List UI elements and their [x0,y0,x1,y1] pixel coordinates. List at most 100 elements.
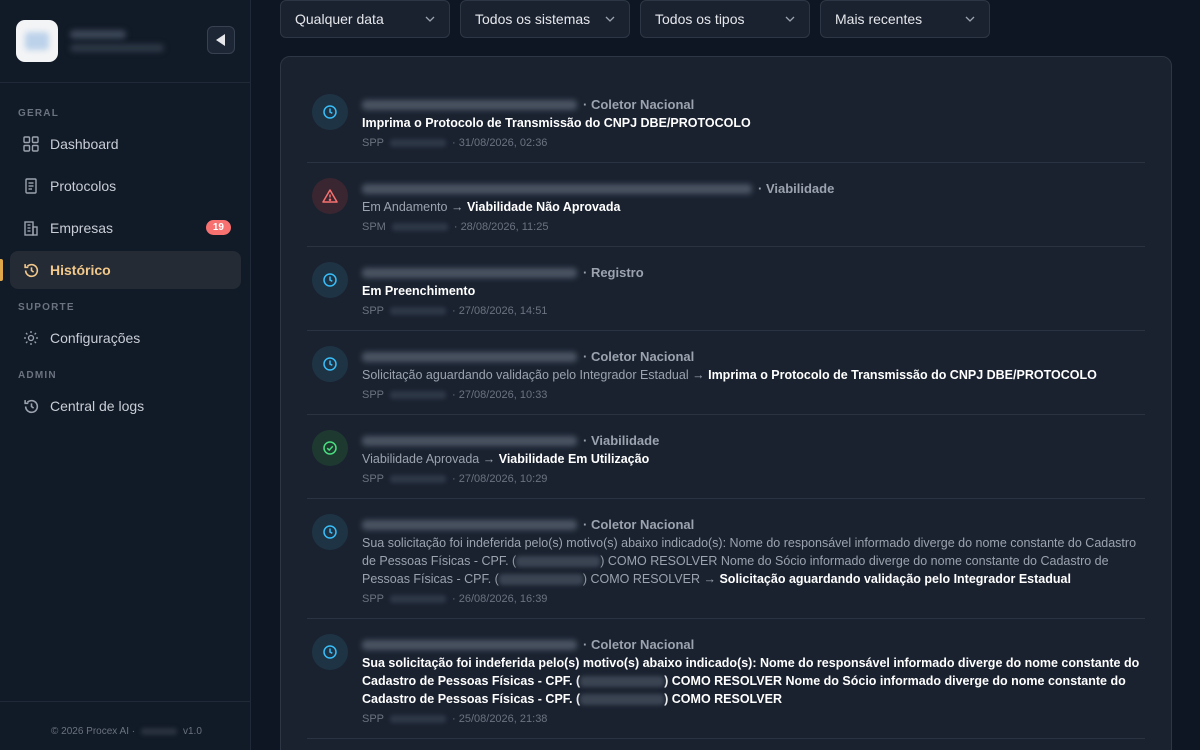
redacted-text [141,728,177,735]
company-name-redacted [362,352,577,362]
copyright-text: © 2026 Procex AI · [51,726,136,737]
protocol-redacted [390,475,447,483]
system-filter-select[interactable]: Todos os sistemas [460,0,630,38]
history-panel: · Coletor Nacional Imprima o Protocolo d… [280,56,1172,750]
brand [0,0,250,83]
chevron-down-icon [785,16,795,22]
section-label-admin: ADMIN [18,370,57,381]
date-filter-select[interactable]: Qualquer data [280,0,450,38]
grid-icon [22,135,40,153]
old-status: Viabilidade Aprovada [362,452,480,466]
system-name: · Coletor Nacional [583,97,695,112]
filter-value: Todos os sistemas [475,11,591,27]
collapse-sidebar-button[interactable] [207,26,235,54]
protocol-redacted [390,391,447,399]
new-status: Em Preenchimento [362,284,476,298]
protocol-redacted [390,139,447,147]
sidebar-item-historico[interactable]: Histórico [10,251,241,289]
count-badge: 19 [205,220,231,235]
new-status-end: ) COMO RESOLVER [664,692,782,706]
arrow: → [450,200,464,214]
protocol-redacted [390,307,447,315]
system-name: · Coletor Nacional [583,517,695,532]
sort-select[interactable]: Mais recentes [820,0,990,38]
clock-icon [312,262,348,298]
app-logo[interactable] [16,20,58,62]
clock-icon [312,94,348,130]
timestamp: · 25/08/2026, 21:38 [452,713,548,725]
chevron-down-icon [425,16,435,22]
section-label-suporte: SUPORTE [18,302,75,313]
timestamp: · 27/08/2026, 14:51 [452,305,548,317]
document-icon [22,177,40,195]
sidebar-item-label: Empresas [50,220,114,236]
old-status: Em Andamento [362,200,448,214]
arrow: → [482,452,496,466]
org-code: SPM [362,221,386,233]
org-code: SPP [362,713,385,725]
new-status: Imprima o Protocolo de Transmissão do CN… [362,116,751,130]
divider [307,330,1145,331]
active-indicator [0,259,3,281]
sidebar-item-central-de-logs[interactable]: Central de logs [10,387,241,425]
company-name-redacted [362,100,577,110]
system-name: · Registro [583,265,644,280]
org-code: SPP [362,473,385,485]
system-name: · Coletor Nacional [583,349,695,364]
timestamp: · 26/08/2026, 16:39 [452,593,548,605]
type-filter-select[interactable]: Todos os tipos [640,0,810,38]
arrow: → [692,368,705,382]
company-name-redacted [362,268,577,278]
system-name: · Viabilidade [758,181,835,196]
check-circle-icon [312,430,348,466]
filter-value: Todos os tipos [655,11,745,27]
company-name-redacted [362,436,577,446]
history-icon [22,261,40,279]
sidebar-item-protocolos[interactable]: Protocolos [10,167,241,205]
old-status: Solicitação aguardando validação pelo In… [362,368,689,382]
arrow: → [703,572,716,586]
sidebar: GERAL Dashboard Protocolos Empresas 19 H… [0,0,251,750]
clock-icon [312,346,348,382]
protocol-redacted [390,715,447,723]
new-status: Viabilidade Não Aprovada [466,200,621,214]
brand-name-redacted [70,30,126,39]
warning-icon [312,178,348,214]
timestamp: · 31/08/2026, 02:36 [452,137,548,149]
sidebar-item-empresas[interactable]: Empresas 19 [10,209,241,247]
history-icon [22,397,40,415]
divider [307,738,1145,739]
org-code: SPP [362,389,385,401]
divider [307,414,1145,415]
chevron-down-icon [605,16,615,22]
sidebar-item-label: Protocolos [50,178,117,194]
sidebar-item-label: Central de logs [50,398,145,414]
protocol-redacted [390,595,447,603]
cpf-redacted [516,556,601,568]
org-code: SPP [362,137,385,149]
building-icon [22,219,40,237]
cpf-redacted [498,574,583,586]
org-code: SPP [362,593,385,605]
timestamp: · 27/08/2026, 10:33 [452,389,548,401]
divider [307,162,1145,163]
sidebar-item-dashboard[interactable]: Dashboard [10,125,241,163]
brand-subtitle-redacted [70,44,164,52]
sidebar-footer: © 2026 Procex AI · v1.0 [0,701,250,750]
company-name-redacted [362,184,752,194]
sidebar-item-label: Histórico [50,262,111,278]
new-status: Solicitação aguardando validação pelo In… [719,572,1071,586]
divider [307,618,1145,619]
cpf-redacted [580,676,665,688]
sidebar-item-configuracoes[interactable]: Configurações [10,319,241,357]
company-name-redacted [362,640,577,650]
old-status-end: ) COMO RESOLVER [582,572,700,586]
timestamp: · 27/08/2026, 10:29 [452,473,548,485]
protocol-redacted [391,223,448,231]
system-name: · Viabilidade [583,433,660,448]
section-label-geral: GERAL [18,108,59,119]
system-name: · Coletor Nacional [583,637,695,652]
divider [307,246,1145,247]
triangle-left-icon [216,34,225,46]
filter-value: Qualquer data [295,11,384,27]
